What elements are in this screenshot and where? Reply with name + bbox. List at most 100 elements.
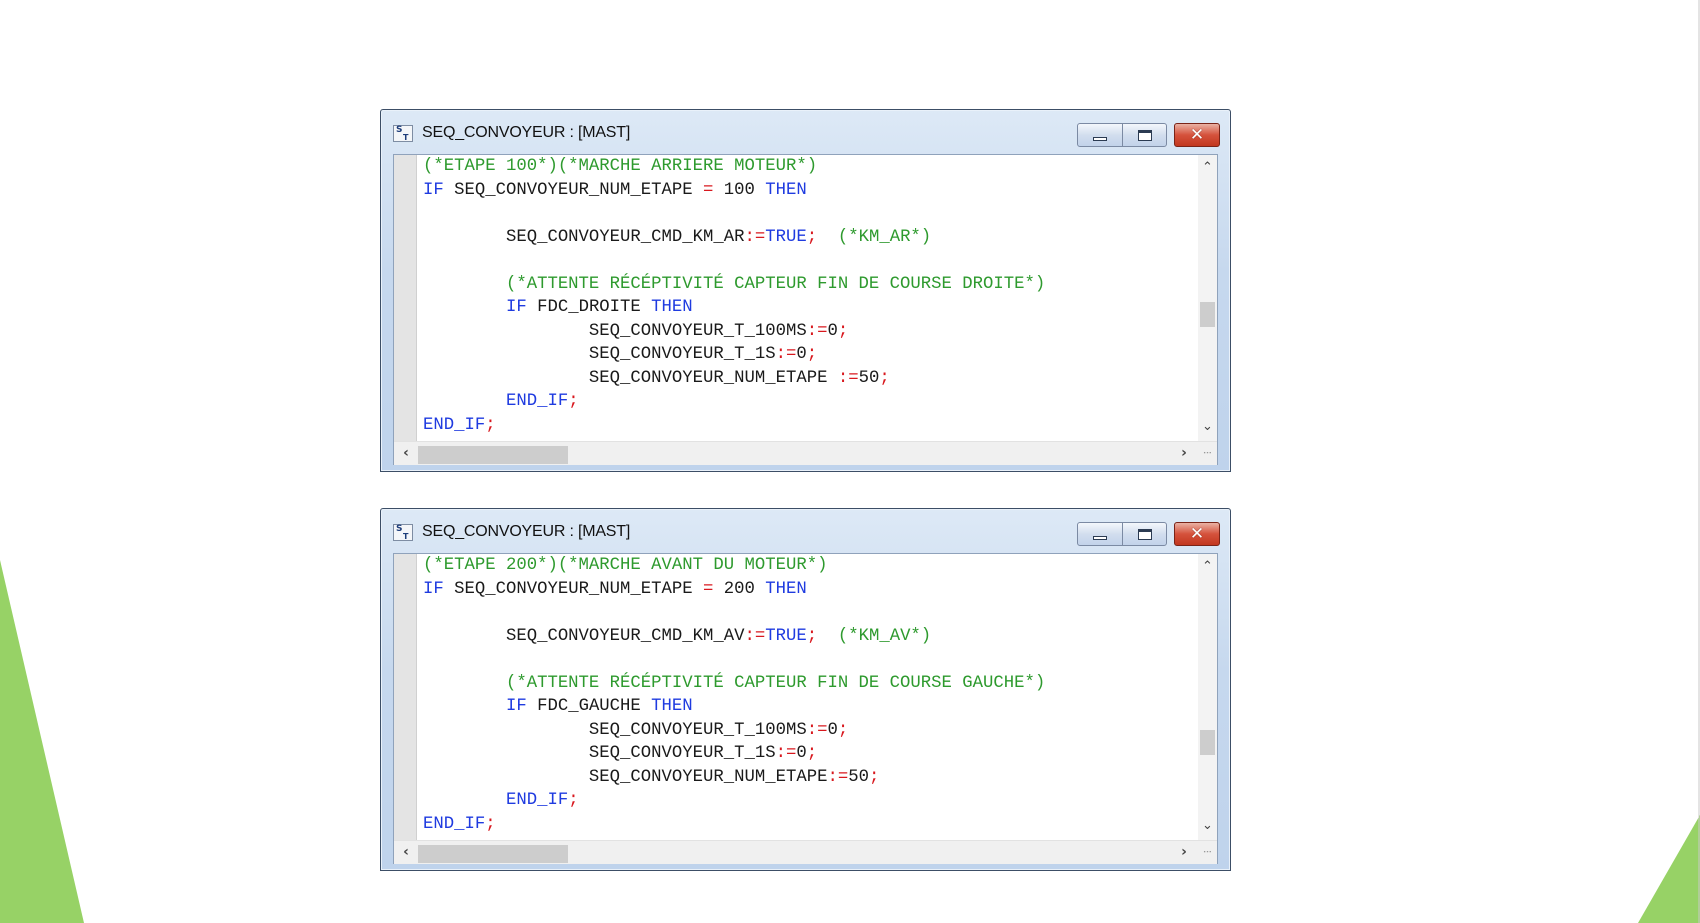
code-token: ;: [485, 415, 496, 435]
code-token: ;: [806, 227, 818, 247]
code-token: (*KM_AV*): [837, 626, 932, 646]
close-icon: ✕: [1189, 124, 1205, 145]
close-button[interactable]: ✕: [1174, 522, 1220, 546]
code-token: 0: [796, 744, 807, 763]
window-title: SEQ_CONVOYEUR : [MAST]: [422, 124, 631, 141]
code-token: (*KM_AR*): [837, 227, 932, 247]
code-token: SEQ_CONVOYEUR_CMD_KM_AR: [423, 227, 745, 247]
scroll-down-icon[interactable]: ⌄: [1201, 819, 1214, 833]
scroll-up-icon[interactable]: ⌃: [1201, 560, 1214, 574]
scroll-down-icon[interactable]: ⌄: [1201, 420, 1214, 434]
code-token: :=: [827, 767, 849, 787]
minimize-icon: [1093, 137, 1107, 141]
code-line[interactable]: (*ATTENTE RÉCÉPTIVITÉ CAPTEUR FIN DE COU…: [423, 672, 1191, 696]
left-green-shape: [0, 560, 84, 923]
code-token: IF: [423, 298, 527, 317]
code-editor-area[interactable]: (*ETAPE 100*)(*MARCHE ARRIERE MOTEUR*) IF…: [393, 154, 1218, 465]
code-token: IF: [423, 579, 444, 599]
code-token: (*ATTENTE RÉCÉPTIVITÉ CAPTEUR FIN DE COU…: [423, 274, 1046, 294]
horizontal-scroll-thumb[interactable]: [418, 845, 568, 863]
code-token: ;: [485, 814, 496, 834]
code-line[interactable]: END_IF;: [423, 813, 1191, 837]
code-editor-area[interactable]: (*ETAPE 200*)(*MARCHE AVANT DU MOTEUR*) I…: [393, 553, 1218, 864]
code-line[interactable]: [423, 202, 1191, 226]
code-line[interactable]: SEQ_CONVOYEUR_NUM_ETAPE :=50;: [423, 367, 1191, 391]
code-line[interactable]: IF SEQ_CONVOYEUR_NUM_ETAPE = 200 THEN: [423, 578, 1191, 602]
code-token: ;: [879, 368, 890, 388]
code-line[interactable]: END_IF;: [423, 390, 1191, 414]
code-token: SEQ_CONVOYEUR_T_100MS: [423, 321, 807, 341]
code-token: TRUE: [765, 227, 807, 247]
vertical-scroll-thumb[interactable]: [1200, 301, 1215, 327]
code-token: 100: [713, 180, 766, 200]
code-token: ;: [806, 626, 818, 646]
scroll-up-icon[interactable]: ⌃: [1201, 161, 1214, 175]
code-line[interactable]: SEQ_CONVOYEUR_T_100MS:=0;: [423, 719, 1191, 743]
code-line[interactable]: END_IF;: [423, 414, 1191, 438]
code-line[interactable]: [423, 249, 1191, 273]
resize-grip-icon[interactable]: ⠠⠤: [1200, 447, 1212, 457]
code-text[interactable]: (*ETAPE 100*)(*MARCHE ARRIERE MOTEUR*) IF…: [423, 155, 1191, 441]
code-token: :=: [837, 368, 859, 388]
code-token: IF: [423, 697, 527, 716]
code-token: 0: [827, 720, 838, 740]
resize-grip-icon[interactable]: ⠠⠤: [1200, 846, 1212, 856]
vertical-scrollbar[interactable]: ⌃ ⌄: [1198, 554, 1217, 840]
code-line[interactable]: [423, 648, 1191, 672]
editor-window-2[interactable]: ST SEQ_CONVOYEUR : [MAST] ✕ (*ETAPE 200*…: [380, 508, 1231, 871]
maximize-button[interactable]: [1122, 522, 1167, 546]
code-token: :=: [744, 626, 766, 646]
code-token: ;: [806, 345, 818, 364]
code-token: :=: [744, 227, 766, 247]
line-gutter: [394, 155, 417, 441]
code-text[interactable]: (*ETAPE 200*)(*MARCHE AVANT DU MOTEUR*) I…: [423, 554, 1191, 840]
horizontal-scroll-thumb[interactable]: [418, 446, 568, 464]
code-token: (*ETAPE 100*)(*MARCHE ARRIERE MOTEUR*): [423, 157, 818, 176]
code-line[interactable]: SEQ_CONVOYEUR_T_1S:=0;: [423, 742, 1191, 766]
code-line[interactable]: (*ATTENTE RÉCÉPTIVITÉ CAPTEUR FIN DE COU…: [423, 273, 1191, 297]
minimize-button[interactable]: [1077, 522, 1123, 546]
code-line[interactable]: (*ETAPE 100*)(*MARCHE ARRIERE MOTEUR*): [423, 155, 1191, 179]
code-line[interactable]: SEQ_CONVOYEUR_T_100MS:=0;: [423, 320, 1191, 344]
code-line[interactable]: END_IF;: [423, 789, 1191, 813]
code-line[interactable]: SEQ_CONVOYEUR_CMD_KM_AV:=TRUE; (*KM_AV*): [423, 625, 1191, 649]
code-token: (*ETAPE 200*)(*MARCHE AVANT DU MOTEUR*): [423, 556, 828, 575]
vertical-scrollbar[interactable]: ⌃ ⌄: [1198, 155, 1217, 441]
code-token: END_IF: [423, 791, 569, 810]
code-token: END_IF: [423, 814, 486, 834]
code-line[interactable]: IF SEQ_CONVOYEUR_NUM_ETAPE = 100 THEN: [423, 179, 1191, 203]
title-bar[interactable]: ST SEQ_CONVOYEUR : [MAST] ✕: [381, 110, 1230, 154]
code-token: FDC_DROITE: [526, 298, 652, 317]
code-token: IF: [423, 180, 444, 200]
vertical-scroll-thumb[interactable]: [1200, 729, 1215, 755]
code-token: END_IF: [423, 392, 569, 411]
horizontal-scrollbar[interactable]: ‹ › ⠠⠤: [394, 840, 1217, 864]
scroll-left-icon[interactable]: ‹: [399, 844, 413, 860]
horizontal-scrollbar[interactable]: ‹ › ⠠⠤: [394, 441, 1217, 465]
minimize-button[interactable]: [1077, 123, 1123, 147]
code-token: SEQ_CONVOYEUR_T_1S: [423, 744, 776, 763]
code-token: TRUE: [765, 626, 807, 646]
close-button[interactable]: ✕: [1174, 123, 1220, 147]
code-line[interactable]: IF FDC_DROITE THEN: [423, 296, 1191, 320]
scroll-left-icon[interactable]: ‹: [399, 445, 413, 461]
maximize-icon: [1137, 528, 1152, 540]
code-line[interactable]: (*ETAPE 200*)(*MARCHE AVANT DU MOTEUR*): [423, 554, 1191, 578]
scroll-right-icon[interactable]: ›: [1177, 445, 1191, 461]
code-token: SEQ_CONVOYEUR_T_1S: [423, 345, 776, 364]
line-gutter: [394, 554, 417, 840]
editor-window-1[interactable]: ST SEQ_CONVOYEUR : [MAST] ✕ (*ETAPE 100*…: [380, 109, 1231, 472]
code-token: ;: [868, 767, 880, 787]
code-line[interactable]: SEQ_CONVOYEUR_NUM_ETAPE:=50;: [423, 766, 1191, 790]
title-bar[interactable]: ST SEQ_CONVOYEUR : [MAST] ✕: [381, 509, 1230, 553]
code-line[interactable]: [423, 601, 1191, 625]
code-line[interactable]: IF FDC_GAUCHE THEN: [423, 695, 1191, 719]
code-token: 0: [796, 345, 807, 364]
code-token: END_IF: [423, 415, 486, 435]
maximize-button[interactable]: [1122, 123, 1167, 147]
code-line[interactable]: SEQ_CONVOYEUR_T_1S:=0;: [423, 343, 1191, 367]
code-line[interactable]: SEQ_CONVOYEUR_CMD_KM_AR:=TRUE; (*KM_AR*): [423, 226, 1191, 250]
scroll-right-icon[interactable]: ›: [1177, 844, 1191, 860]
